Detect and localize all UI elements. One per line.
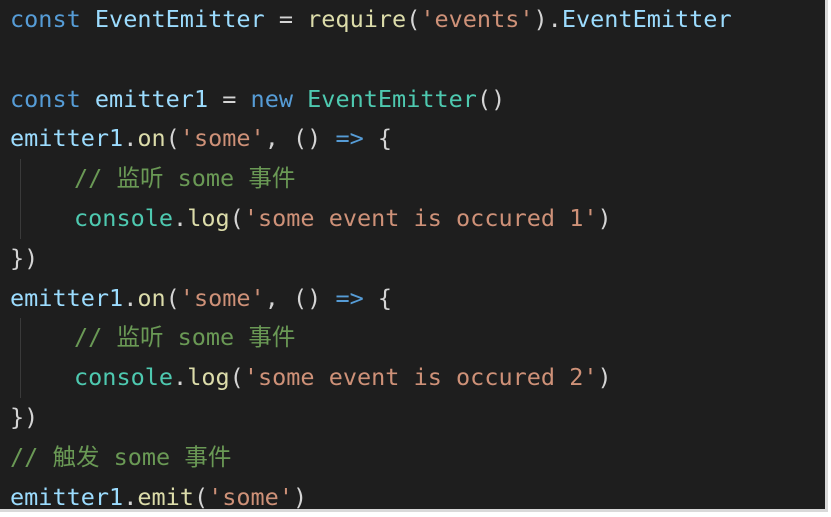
code-token: 'some' <box>208 482 293 511</box>
code-token: ) <box>597 363 612 392</box>
code-token: }) <box>10 243 39 272</box>
code-line: emitter1.on('some', () => { <box>10 279 831 319</box>
code-line: // 触发 some 事件 <box>10 438 831 478</box>
code-token: ( <box>165 124 180 153</box>
code-token: . <box>123 283 138 312</box>
code-token: . <box>123 482 138 511</box>
indent-guide <box>20 318 21 359</box>
code-token: . <box>123 124 138 153</box>
code-line: }) <box>10 239 831 279</box>
code-token: => <box>335 124 364 153</box>
code-token: EventEmitter <box>307 84 477 113</box>
code-token: // 触发 some 事件 <box>10 442 232 471</box>
code-line: emitter1.on('some', () => { <box>10 119 831 159</box>
code-token: log <box>187 363 230 392</box>
code-token: console <box>74 203 174 232</box>
code-token: on <box>137 283 166 312</box>
code-token: const <box>10 84 81 113</box>
code-token: ) <box>292 482 308 511</box>
code-token: { <box>363 124 393 153</box>
code-line: const EventEmitter = require('events').E… <box>10 0 831 40</box>
indent-guide <box>20 159 21 199</box>
code-token: ( <box>165 283 180 312</box>
code-token: EventEmitter <box>561 5 732 33</box>
code-token: = <box>208 84 251 113</box>
code-token: log <box>187 203 230 232</box>
code-token: () <box>476 84 506 113</box>
code-token: emitter1 <box>10 283 124 312</box>
code-token: new <box>250 84 293 113</box>
code-line: // 监听 some 事件 <box>10 318 831 359</box>
indent-guide <box>20 358 21 398</box>
code-token: { <box>363 283 393 312</box>
code-token: on <box>137 124 166 153</box>
code-token: }) <box>10 402 39 431</box>
code-token: ) <box>597 203 612 232</box>
code-token: ( <box>229 203 244 232</box>
code-token: 'events' <box>420 5 534 33</box>
code-token: require <box>307 5 407 33</box>
code-token: const <box>10 5 81 33</box>
code-line: }) <box>10 398 831 438</box>
code-token: EventEmitter <box>94 5 265 33</box>
code-block: const EventEmitter = require('events').E… <box>0 0 831 517</box>
code-line: emitter1.emit('some') <box>10 478 831 517</box>
code-token: ( <box>193 482 209 511</box>
code-token: 'some' <box>179 124 265 153</box>
code-editor: const EventEmitter = require('events').E… <box>0 0 828 512</box>
code-token: emitter1 <box>10 124 124 153</box>
code-token: // 监听 some 事件 <box>74 164 296 193</box>
code-token: emit <box>137 482 194 511</box>
code-token: 'some event is occured 2' <box>243 363 598 392</box>
code-token: = <box>264 5 308 33</box>
code-line: // 监听 some 事件 <box>10 159 831 199</box>
code-token: . <box>173 203 188 232</box>
code-token: , () <box>264 124 336 153</box>
code-token: => <box>335 283 364 312</box>
code-token: ). <box>533 5 562 33</box>
code-token: emitter1 <box>10 482 124 511</box>
code-line: const emitter1 = new EventEmitter() <box>10 80 831 120</box>
code-token: emitter1 <box>94 84 209 113</box>
indent-guide <box>20 198 21 239</box>
code-token: . <box>173 363 188 392</box>
code-token: 'some event is occured 1' <box>243 203 598 232</box>
code-token: console <box>74 363 174 392</box>
code-token: ( <box>229 363 244 392</box>
code-token: // 监听 some 事件 <box>74 323 296 352</box>
code-line: console.log('some event is occured 2') <box>10 358 831 398</box>
code-line: console.log('some event is occured 1') <box>10 198 831 239</box>
code-token: ( <box>406 5 421 33</box>
code-token: , () <box>264 283 336 312</box>
code-token: 'some' <box>179 283 265 312</box>
